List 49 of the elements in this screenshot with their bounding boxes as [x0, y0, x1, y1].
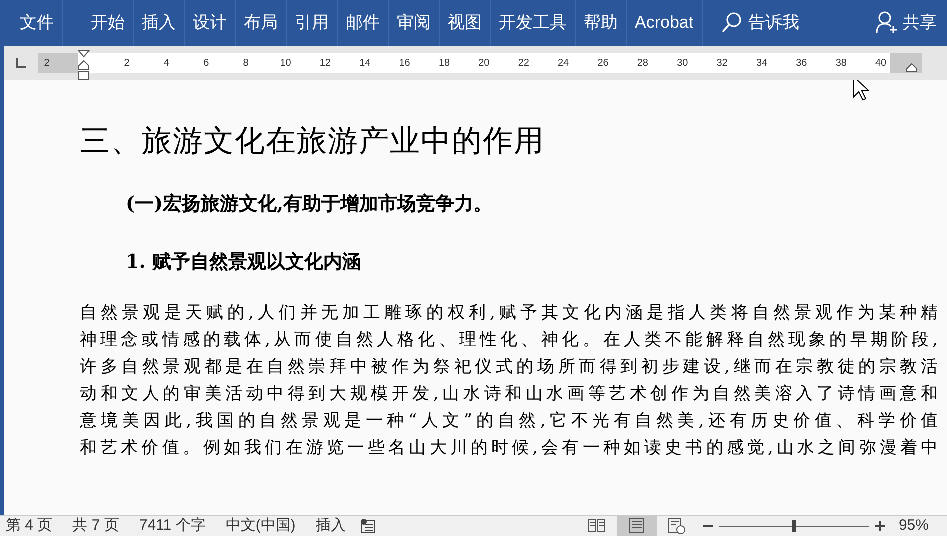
ruler-number: 2 [123, 56, 131, 70]
paragraph-line: 许多自然景观都是在自然崇拜中被作为祭祀仪式的场所而得到初步建设,继而在宗教徒的宗教活 [80, 356, 938, 379]
ruler-number: 4 [162, 56, 170, 70]
ruler-number: 32 [716, 56, 729, 70]
print-layout-icon[interactable] [616, 516, 657, 536]
status-item[interactable]: 插入 [316, 514, 346, 536]
ruler-number: 14 [358, 56, 372, 70]
ruler-number: 22 [517, 56, 530, 70]
indent-marker-icon[interactable] [78, 50, 90, 80]
zoom-slider[interactable] [718, 520, 869, 532]
ruler-margin [38, 53, 78, 73]
share-button[interactable]: 共享 [875, 0, 937, 46]
zoom-slider-thumb[interactable] [792, 520, 796, 532]
ruler-number: 38 [834, 56, 848, 70]
ruler-number: 40 [874, 56, 888, 70]
search-icon [720, 12, 743, 34]
paragraph-line: 神理念或情感的载体,从而使自然人格化、理性化、神化。在人类不能解释自然现象的早期阶段, [80, 329, 938, 352]
tell-me-button[interactable]: 告诉我 [720, 0, 800, 46]
paragraph-line: 动和文人的审美活动中得到大规模开发,山水诗和山水画等艺术创作为自然美溶入了诗情画意和 [80, 383, 938, 406]
ruler-number: 18 [438, 56, 452, 70]
status-item[interactable]: 7411 个字 [139, 514, 206, 536]
status-item[interactable]: 中文(中国) [226, 514, 296, 536]
subsection-heading: (一)宏扬旅游文化,有助于增加市场竞争力。 [125, 192, 494, 217]
zoom-level[interactable]: 95% [898, 514, 929, 536]
tab-selector-icon[interactable] [16, 58, 26, 68]
ruler-number: 16 [398, 56, 412, 70]
ruler-number: 30 [676, 56, 690, 70]
ruler-number: 20 [478, 56, 491, 70]
ruler-number: 2 [43, 56, 51, 70]
section-heading: 三、旅游文化在旅游产业中的作用 [80, 123, 546, 161]
paragraph-line: 意境美因此,我国的自然景观是一种“人文”的自然,它不光有自然美,还有历史价值、科学价值 [80, 410, 938, 433]
ruler-number: 6 [202, 56, 210, 70]
ruler-number: 10 [279, 56, 292, 70]
paragraph-line: 自然景观是天赋的,人们并无加工雕琢的权利,赋予其文化内涵是指人类将自然景观作为某种精 [80, 302, 938, 325]
ruler-number: 8 [242, 56, 250, 70]
status-item[interactable]: 第 4 页 [6, 514, 53, 536]
subsubsection-heading: 1. 赋予自然景观以文化内涵 [125, 250, 362, 275]
ruler-number: 12 [318, 56, 332, 70]
ruler-number: 34 [755, 56, 769, 70]
zoom-in-button[interactable] [874, 521, 885, 531]
ruler-number: 24 [557, 56, 570, 70]
macro-icon[interactable] [360, 518, 378, 534]
ruler-number: 36 [795, 56, 808, 70]
status-item[interactable]: 共 7 页 [72, 514, 120, 536]
right-indent-marker-icon[interactable] [906, 63, 918, 73]
ruler-number: 26 [596, 56, 610, 70]
person-add-icon [875, 11, 897, 35]
ruler-number: 28 [636, 56, 650, 70]
paragraph-line: 和艺术价值。例如我们在游览一些名山大川的时候,会有一种如读史书的感觉,山水之间弥漫着中 [80, 437, 938, 460]
